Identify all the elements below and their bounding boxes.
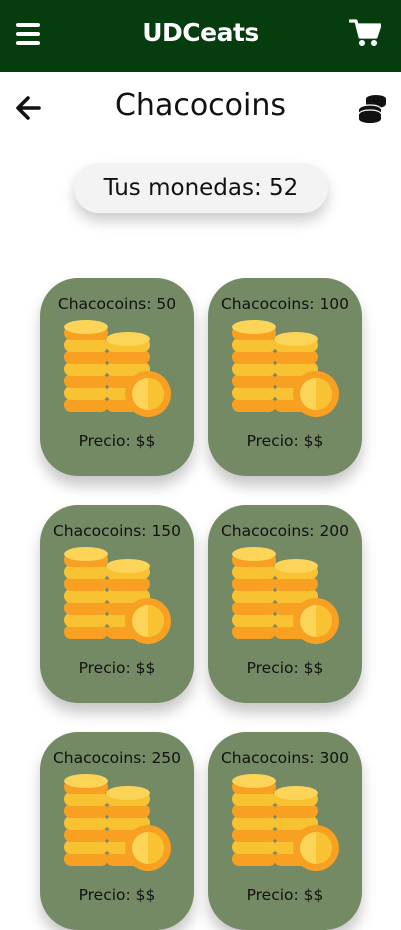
package-label: Chacocoins: 150 (52, 522, 182, 540)
gold-coins-icon (232, 547, 339, 644)
package-card-250[interactable]: Chacocoins: 250 Precio: $$ (40, 732, 194, 930)
package-label: Chacocoins: 50 (57, 295, 177, 313)
package-grid: Chacocoins: 50 Precio: $$ Chacocoins: 10… (0, 0, 401, 930)
package-price: Precio: $$ (246, 432, 324, 450)
package-label: Chacocoins: 200 (220, 522, 350, 540)
gold-coins-icon (64, 774, 171, 871)
gold-coins-icon (64, 547, 171, 644)
package-label: Chacocoins: 250 (52, 749, 182, 767)
package-card-300[interactable]: Chacocoins: 300 Precio: $$ (208, 732, 362, 930)
package-price: Precio: $$ (78, 659, 156, 677)
package-price: Precio: $$ (78, 886, 156, 904)
package-label: Chacocoins: 100 (220, 295, 350, 313)
package-card-200[interactable]: Chacocoins: 200 Precio: $$ (208, 505, 362, 703)
package-price: Precio: $$ (78, 432, 156, 450)
gold-coins-icon (232, 320, 339, 417)
gold-coins-icon (64, 320, 171, 417)
gold-coins-icon (232, 774, 339, 871)
package-price: Precio: $$ (246, 886, 324, 904)
package-card-150[interactable]: Chacocoins: 150 Precio: $$ (40, 505, 194, 703)
package-label: Chacocoins: 300 (220, 749, 350, 767)
package-card-50[interactable]: Chacocoins: 50 Precio: $$ (40, 278, 194, 476)
package-price: Precio: $$ (246, 659, 324, 677)
package-card-100[interactable]: Chacocoins: 100 Precio: $$ (208, 278, 362, 476)
